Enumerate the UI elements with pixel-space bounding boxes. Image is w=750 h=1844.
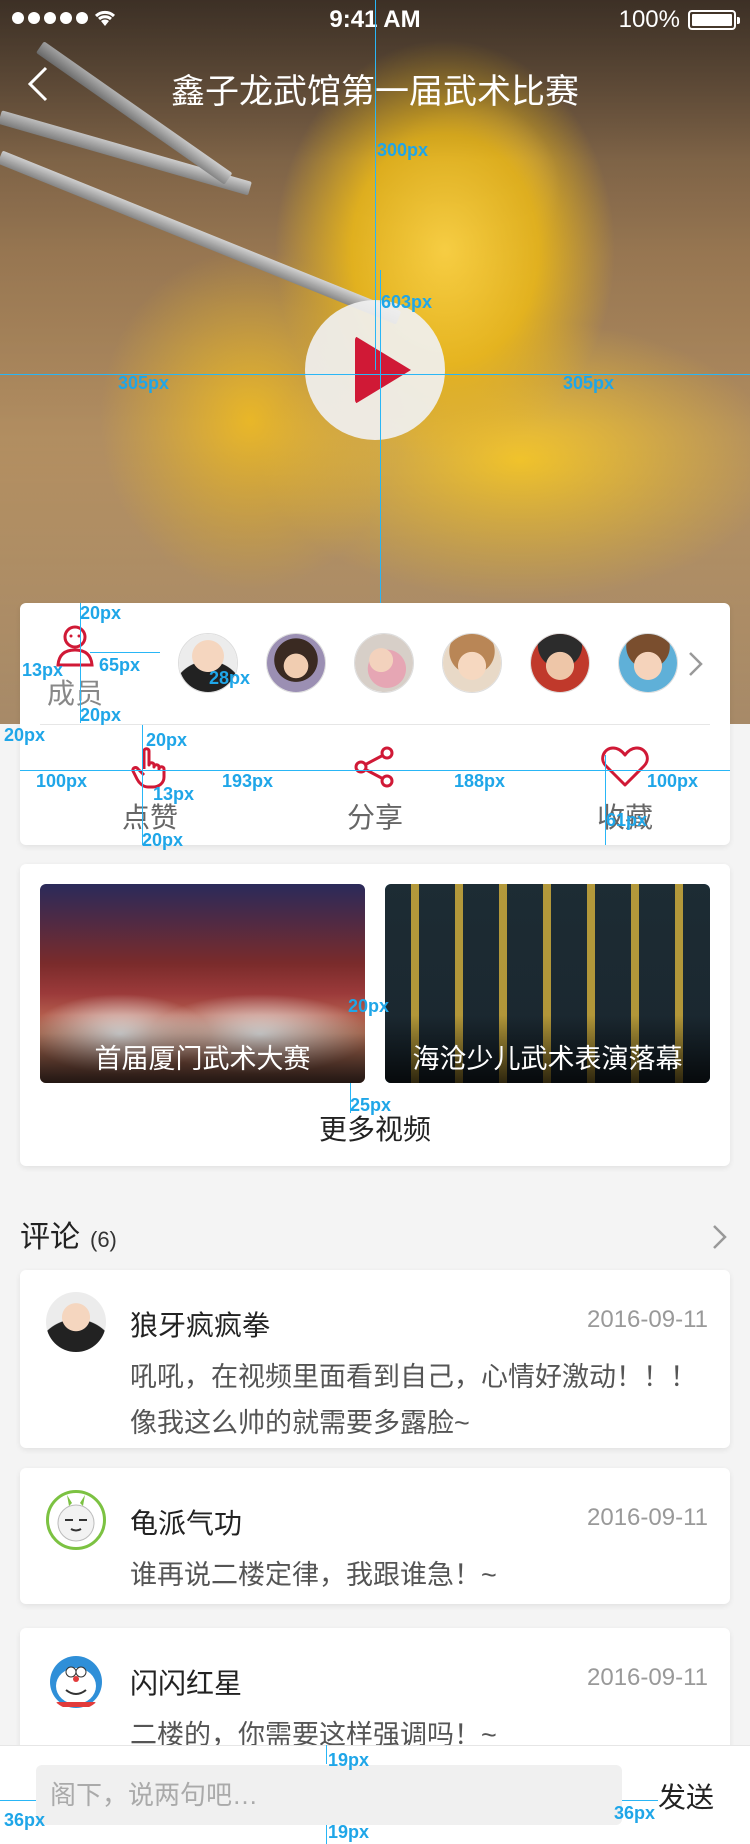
guide-line (20, 770, 730, 771)
rabbit-avatar-icon (57, 1495, 95, 1542)
measure-label: 100px (647, 771, 699, 791)
member-avatar[interactable] (266, 633, 326, 693)
hand-pointer-icon (131, 747, 166, 789)
avatar[interactable] (46, 1650, 106, 1710)
chevron-right-icon[interactable] (686, 649, 706, 679)
comment-date: 2016-09-11 (587, 1306, 708, 1333)
share-button[interactable]: 分享 (325, 745, 425, 836)
comment-input[interactable] (36, 1765, 622, 1825)
measure-label: 305px (563, 373, 615, 393)
measure-label: 13px (153, 784, 195, 804)
video-caption: 首届厦门武术大赛 (40, 1015, 365, 1083)
comment-text: 谁再说二楼定律，我跟谁急！~ (130, 1560, 497, 1590)
measure-label: 100px (36, 771, 88, 791)
measure-label: 603px (381, 292, 433, 312)
member-avatar[interactable] (618, 633, 678, 693)
comment-author: 闪闪红星 (130, 1668, 243, 1699)
send-button[interactable]: 发送 (658, 1776, 714, 1816)
measure-label: 36px (614, 1803, 656, 1823)
share-label: 分享 (346, 802, 403, 833)
guide-line (605, 755, 606, 845)
member-avatar[interactable] (442, 633, 502, 693)
comments-title: 评论 (20, 1221, 80, 1254)
guide-line (380, 270, 381, 603)
guide-line (326, 1825, 327, 1844)
guide-line (90, 652, 160, 653)
video-item[interactable]: 首届厦门武术大赛 (40, 884, 365, 1083)
measure-label: 28px (209, 668, 251, 688)
measure-label: 20px (80, 603, 122, 623)
measure-label: 20px (4, 725, 46, 745)
comment-item[interactable]: 狼牙疯疯拳 2016-09-11 吼吼，在视频里面看到自己，心情好激动！！！像我… (20, 1270, 730, 1448)
comments-count: (6) (90, 1227, 117, 1252)
guide-line (142, 725, 143, 845)
comment-author: 龟派气功 (130, 1508, 243, 1539)
measure-label: 300px (377, 140, 429, 160)
measure-label: 19px (328, 1822, 370, 1842)
measure-label: 13px (22, 660, 64, 680)
measure-label: 20px (146, 730, 188, 750)
heart-icon (601, 746, 649, 787)
comment-date: 2016-09-11 (587, 1664, 708, 1691)
comments-header[interactable]: 评论 (6) (20, 1212, 730, 1262)
members-actions-card: 成员 点赞 分享 收藏 (20, 603, 730, 845)
video-caption: 海沧少儿武术表演落幕 (385, 1015, 710, 1083)
battery-percent: 100% (618, 6, 680, 33)
member-avatars (178, 633, 678, 693)
member-avatar[interactable] (530, 633, 590, 693)
measure-label: 20px (348, 996, 390, 1016)
member-avatar[interactable] (354, 633, 414, 693)
guide-line (0, 374, 750, 375)
video-item[interactable]: 海沧少儿武术表演落幕 (385, 884, 710, 1083)
guide-line (326, 1745, 327, 1764)
members-row[interactable]: 成员 (40, 603, 710, 725)
measure-label: 25px (350, 1095, 392, 1115)
measure-label: 36px (4, 1810, 46, 1830)
guide-line (622, 1800, 658, 1801)
comment-input-bar: 发送 (0, 1745, 750, 1844)
chevron-right-icon[interactable] (710, 1222, 730, 1252)
measure-label: 20px (142, 830, 184, 850)
measure-label: 61px (606, 810, 648, 830)
measure-label: 188px (454, 771, 506, 791)
guide-line (0, 1800, 36, 1801)
comment-date: 2016-09-11 (587, 1504, 708, 1531)
avatar[interactable] (46, 1490, 106, 1550)
avatar[interactable] (46, 1292, 106, 1352)
comment-author: 狼牙疯疯拳 (130, 1310, 271, 1341)
guide-line (375, 0, 376, 370)
share-icon (354, 746, 394, 788)
battery-icon (688, 10, 740, 30)
measure-label: 19px (328, 1750, 370, 1770)
doraemon-avatar-icon (50, 1656, 102, 1708)
measure-label: 305px (118, 373, 170, 393)
measure-label: 65px (99, 655, 141, 675)
comment-item[interactable]: 龟派气功 2016-09-11 谁再说二楼定律，我跟谁急！~ (20, 1468, 730, 1604)
play-icon (355, 336, 411, 404)
measure-label: 193px (222, 771, 274, 791)
comment-text: 吼吼，在视频里面看到自己，心情好激动！！！像我这么帅的就需要多露脸~ (130, 1362, 697, 1438)
measure-label: 20px (80, 705, 122, 725)
